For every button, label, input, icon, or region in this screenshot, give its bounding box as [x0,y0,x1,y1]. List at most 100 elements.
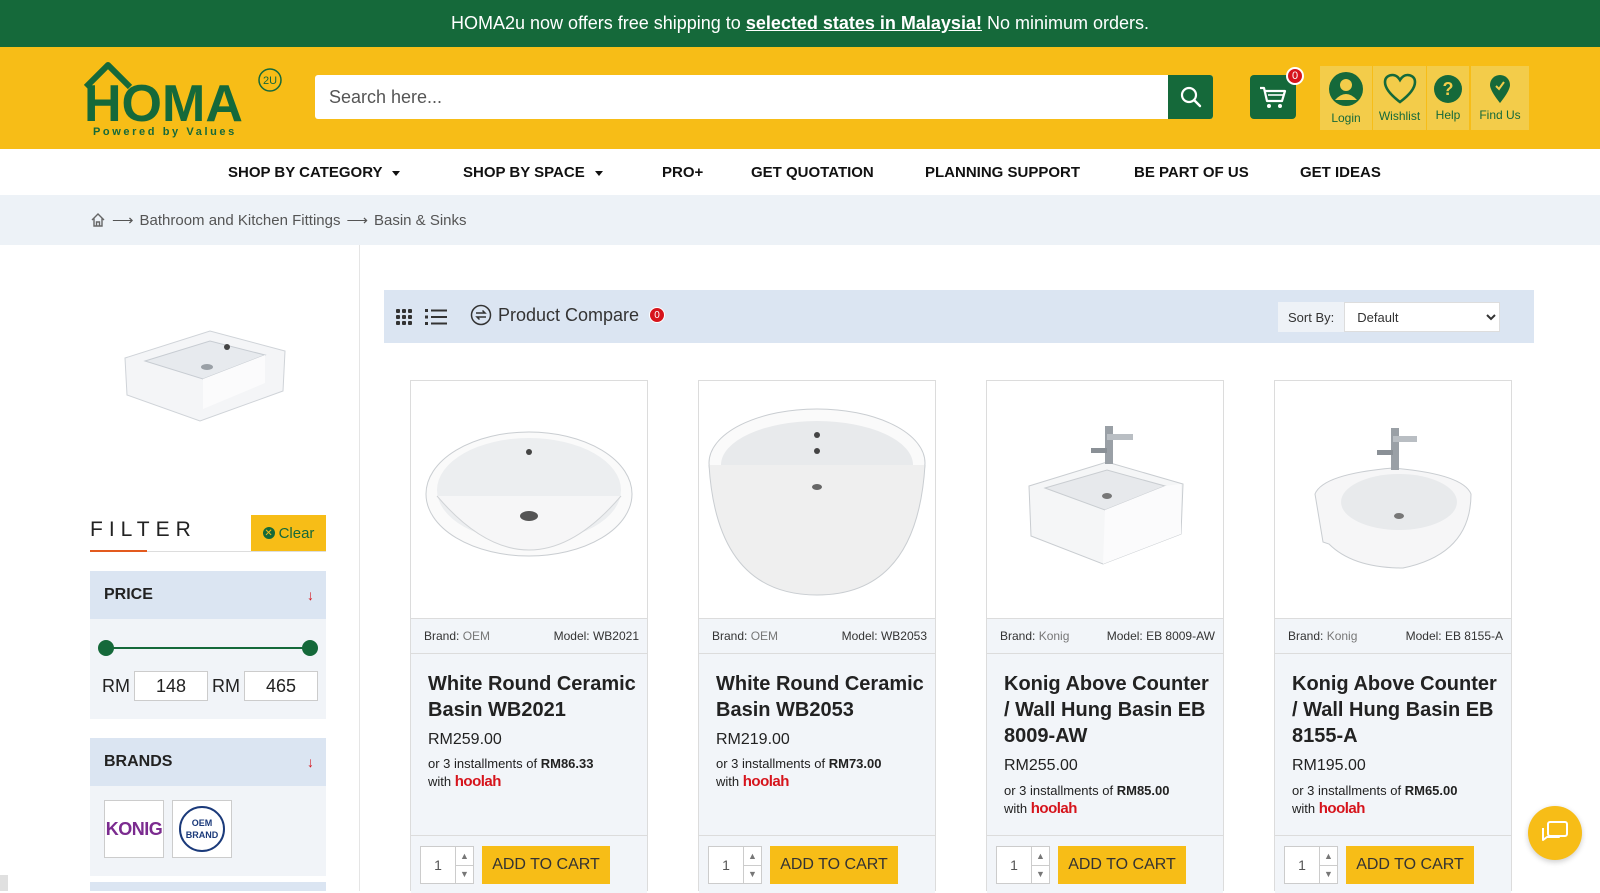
brand-value[interactable]: Konig [1039,629,1070,643]
login-button[interactable]: Login [1320,66,1372,130]
brand-label: Brand: [424,629,460,643]
grid-view-icon[interactable] [396,309,412,325]
add-to-cart-button[interactable]: ADD TO CART [482,846,610,884]
add-to-cart-button[interactable]: ADD TO CART [770,846,898,884]
quantity-stepper[interactable]: ▲▼ [420,846,474,884]
brand-line: Brand: OEM [424,629,490,643]
price-range-slider[interactable] [98,640,318,656]
chevron-down-icon [392,170,401,176]
login-label: Login [1331,111,1361,125]
brands-section-title: BRANDS [104,753,173,770]
brand-label: Brand: [1000,629,1036,643]
cart-button[interactable]: 0 [1250,67,1304,119]
product-title[interactable]: White Round Ceramic Basin WB2021 [428,671,641,723]
breadcrumb-link-category[interactable]: Bathroom and Kitchen Fittings [140,212,341,229]
brands-section-header[interactable]: BRANDS ↓ [90,738,326,786]
nav-planning-support[interactable]: PLANNING SUPPORT [925,164,1080,181]
product-image[interactable] [411,381,647,617]
promo-text-end: No minimum orders. [986,13,1149,33]
arrow-down-icon: ↓ [307,754,314,770]
brand-label: Brand: [712,629,748,643]
quantity-input[interactable] [1285,847,1319,883]
qty-decrease-icon[interactable]: ▼ [1320,864,1337,884]
qty-decrease-icon[interactable]: ▼ [1032,864,1049,884]
list-view-icon[interactable] [425,308,447,326]
home-icon[interactable] [90,212,106,228]
brand-konig[interactable]: KONIG [104,800,164,858]
brand-line: Brand: Konig [1288,629,1357,643]
chat-button[interactable] [1528,806,1582,860]
clear-filters-button[interactable]: ✕ Clear [251,515,326,551]
brand-value[interactable]: Konig [1327,629,1358,643]
product-image[interactable] [1275,381,1511,617]
product-image[interactable] [987,381,1223,617]
qty-increase-icon[interactable]: ▲ [1032,847,1049,865]
nav-shop-by-space[interactable]: SHOP BY SPACE [463,164,603,181]
product-title[interactable]: Konig Above Counter / Wall Hung Basin EB… [1292,671,1505,749]
product-title[interactable]: White Round Ceramic Basin WB2053 [716,671,929,723]
user-icon [1329,72,1363,106]
product-card[interactable]: Brand: Konig Model: EB 8009-AW Konig Abov… [986,380,1224,893]
quantity-input[interactable] [421,847,455,883]
cart-icon [1260,86,1287,108]
promo-link[interactable]: selected states in Malaysia! [746,13,982,34]
chevron-down-icon [594,170,603,176]
qty-increase-icon[interactable]: ▲ [1320,847,1337,865]
price-max-input[interactable] [244,671,318,701]
qty-decrease-icon[interactable]: ▼ [456,864,473,884]
product-card[interactable]: Brand: Konig Model: EB 8155-A Konig Above… [1274,380,1512,893]
filter-sidebar: FILTER ✕ Clear PRICE ↓ RM RM BRANDS ↓ KO… [0,245,360,891]
add-to-cart-button[interactable]: ADD TO CART [1346,846,1474,884]
product-card[interactable]: Brand: OEM Model: WB2021 White Round Cera… [410,380,648,893]
installment-info: or 3 installments of RM65.00 with hoolah [1292,783,1458,817]
quantity-stepper[interactable]: ▲▼ [996,846,1050,884]
nav-get-ideas[interactable]: GET IDEAS [1300,164,1381,181]
qty-increase-icon[interactable]: ▲ [744,847,761,865]
brand-value[interactable]: OEM [463,629,490,643]
breadcrumb-current: Basin & Sinks [373,211,467,229]
product-price: RM255.00 [1004,757,1078,774]
buy-row: ▲▼ ADD TO CART [987,835,1223,892]
quantity-stepper[interactable]: ▲▼ [1284,846,1338,884]
homa-logo[interactable]: HOMA 2U Powered by Values [83,59,289,139]
price-min-input[interactable] [134,671,208,701]
find-us-button[interactable]: Find Us [1471,66,1529,130]
quantity-input[interactable] [709,847,743,883]
search-input[interactable] [315,75,1168,119]
product-card[interactable]: Brand: OEM Model: WB2053 White Round Cera… [698,380,936,893]
sort-select[interactable]: Default [1344,302,1501,332]
nav-be-part-of-us[interactable]: BE PART OF US [1134,164,1249,181]
brand-oem[interactable]: OEM BRAND [172,800,232,858]
wishlist-button[interactable]: Wishlist [1373,66,1426,130]
cart-count-badge: 0 [1286,67,1304,85]
qty-decrease-icon[interactable]: ▼ [744,864,761,884]
hoolah-logo: hoolah [1030,800,1078,817]
quantity-input[interactable] [997,847,1031,883]
logo-tagline: Powered by Values [93,126,237,138]
brand-line: Brand: OEM [712,629,778,643]
quantity-stepper[interactable]: ▲▼ [708,846,762,884]
price-section-header[interactable]: PRICE ↓ [90,571,326,619]
nav-get-quotation[interactable]: GET QUOTATION [751,164,874,181]
search-icon [1180,86,1201,108]
breadcrumb-separator: ⟶ [112,212,134,229]
product-title[interactable]: Konig Above Counter / Wall Hung Basin EB… [1004,671,1217,749]
logo-text: HOMA [84,75,243,133]
search-button[interactable] [1168,75,1213,119]
product-image[interactable] [699,381,935,617]
nav-pro-plus[interactable]: PRO+ [662,164,703,181]
add-to-cart-button[interactable]: ADD TO CART [1058,846,1186,884]
wishlist-label: Wishlist [1378,109,1421,123]
installment-info: or 3 installments of RM73.00 with hoolah [716,756,882,790]
brand-oem-logo: OEM BRAND [179,806,225,852]
slider-max-handle[interactable] [302,640,318,656]
help-icon: ? [1434,75,1462,103]
logo-badge: 2U [263,75,277,87]
help-button[interactable]: ? Help [1427,66,1469,130]
nav-shop-by-category[interactable]: SHOP BY CATEGORY [228,164,401,181]
promo-text: HOMA2u now offers free shipping to [451,13,741,33]
slider-min-handle[interactable] [98,640,114,656]
qty-increase-icon[interactable]: ▲ [456,847,473,865]
product-compare-button[interactable]: Product Compare 0 [470,304,666,326]
brand-value[interactable]: OEM [751,629,778,643]
